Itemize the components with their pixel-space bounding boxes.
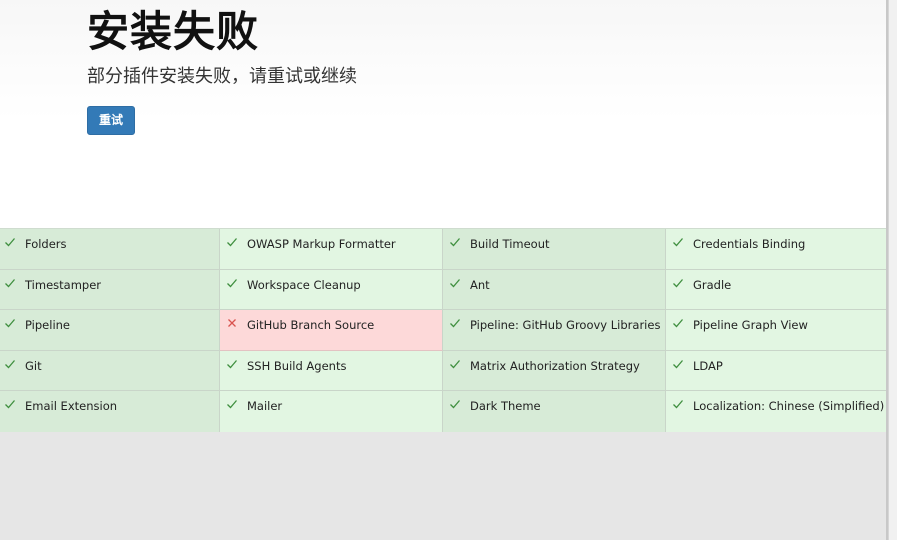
cross-icon [226, 317, 238, 329]
plugin-name: OWASP Markup Formatter [247, 237, 396, 251]
plugin-item: Mailer [220, 391, 443, 432]
check-icon [672, 277, 684, 289]
check-icon [226, 358, 238, 370]
plugin-name: Pipeline: GitHub Groovy Libraries [470, 318, 661, 332]
plugin-name: SSH Build Agents [247, 359, 347, 373]
plugin-item: Git [0, 351, 220, 391]
page-subtitle: 部分插件安装失败，请重试或继续 [87, 66, 357, 87]
plugin-item: Dark Theme [443, 391, 666, 432]
plugin-item: Localization: Chinese (Simplified) [666, 391, 888, 432]
plugin-name: Workspace Cleanup [247, 278, 361, 292]
check-icon [449, 236, 461, 248]
plugin-item: Workspace Cleanup [220, 270, 443, 310]
plugin-item: Pipeline Graph View [666, 310, 888, 351]
plugin-item: Timestamper [0, 270, 220, 310]
retry-button[interactable]: 重试 [87, 106, 135, 135]
check-icon [672, 236, 684, 248]
plugin-name: Folders [25, 237, 67, 251]
plugin-item: LDAP [666, 351, 888, 391]
check-icon [4, 236, 16, 248]
check-icon [226, 398, 238, 410]
check-icon [449, 398, 461, 410]
check-icon [4, 277, 16, 289]
plugin-name: Credentials Binding [693, 237, 806, 251]
check-icon [672, 358, 684, 370]
plugin-item: Pipeline [0, 310, 220, 351]
plugin-name: Ant [470, 278, 490, 292]
check-icon [4, 358, 16, 370]
plugin-item: Build Timeout [443, 229, 666, 270]
plugin-item: Matrix Authorization Strategy [443, 351, 666, 391]
check-icon [226, 236, 238, 248]
plugin-item: Credentials Binding [666, 229, 888, 270]
plugin-name: Localization: Chinese (Simplified) [693, 399, 885, 413]
plugin-item: OWASP Markup Formatter [220, 229, 443, 270]
check-icon [226, 277, 238, 289]
plugin-item: Folders [0, 229, 220, 270]
check-icon [449, 277, 461, 289]
check-icon [449, 317, 461, 329]
install-header: 安装失败 部分插件安装失败，请重试或继续 重试 [0, 0, 888, 228]
plugin-status-grid: Folders OWASP Markup Formatter Build Timeo… [0, 228, 888, 432]
check-icon [672, 398, 684, 410]
plugin-item: Email Extension [0, 391, 220, 432]
plugin-item: GitHub Branch Source [220, 310, 443, 351]
plugin-name: Build Timeout [470, 237, 550, 251]
plugin-item: Ant [443, 270, 666, 310]
check-icon [4, 317, 16, 329]
page-title: 安装失败 [87, 7, 260, 56]
plugin-name: Matrix Authorization Strategy [470, 359, 640, 373]
vertical-scrollbar[interactable] [888, 0, 897, 540]
plugin-name: GitHub Branch Source [247, 318, 375, 332]
plugin-item: Gradle [666, 270, 888, 310]
plugin-name: Email Extension [25, 399, 118, 413]
check-icon [449, 358, 461, 370]
plugin-item: SSH Build Agents [220, 351, 443, 391]
plugin-name: LDAP [693, 359, 723, 373]
plugin-name: Git [25, 359, 42, 373]
check-icon [4, 398, 16, 410]
plugin-name: Pipeline Graph View [693, 318, 808, 332]
plugin-name: Timestamper [25, 278, 101, 292]
plugin-name: Mailer [247, 399, 283, 413]
check-icon [672, 317, 684, 329]
plugin-name: Pipeline [25, 318, 71, 332]
plugin-item: Pipeline: GitHub Groovy Libraries [443, 310, 666, 351]
plugin-name: Dark Theme [470, 399, 541, 413]
plugin-name: Gradle [693, 278, 732, 292]
install-failed-panel: 安装失败 部分插件安装失败，请重试或继续 重试 Folders OWASP Mar… [0, 0, 888, 432]
